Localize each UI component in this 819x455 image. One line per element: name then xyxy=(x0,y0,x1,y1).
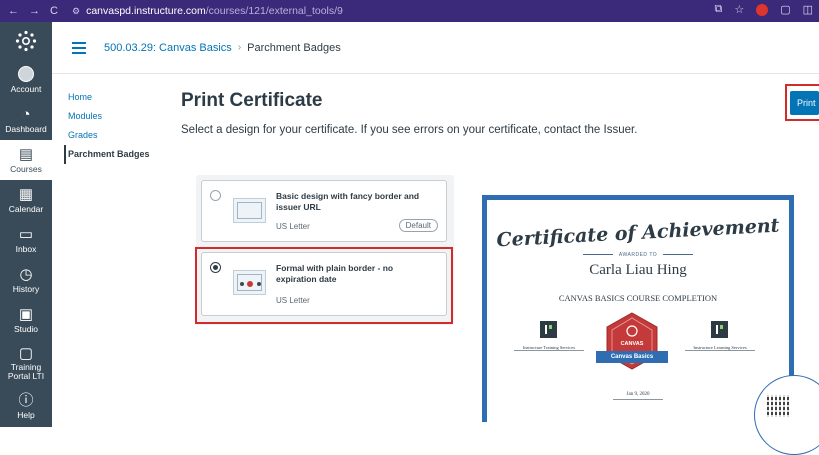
bookmark-star-icon[interactable]: ☆ xyxy=(734,3,744,16)
certificate-title: Certificate of Achievement xyxy=(496,214,780,252)
signature-line xyxy=(685,350,755,351)
history-icon: ◷ xyxy=(19,265,33,283)
browser-toolbar: ← → C ⚙ canvaspd.instructure.com/courses… xyxy=(0,0,819,22)
global-nav-training-portal[interactable]: ▢ Training Portal LTI xyxy=(0,340,52,386)
global-navigation: Account ◔ Dashboard ▤ Courses ▦ Calendar… xyxy=(0,22,52,444)
global-nav-history[interactable]: ◷ History xyxy=(0,260,52,300)
badge-top-text: CANVAS xyxy=(621,341,644,347)
global-nav-courses[interactable]: ▤ Courses xyxy=(0,140,52,180)
page-subtitle: Select a design for your certificate. If… xyxy=(181,124,638,136)
print-button-highlight xyxy=(785,84,819,121)
course-nav-home[interactable]: Home xyxy=(68,88,156,107)
course-header: 500.03.29: Canvas Basics › Parchment Bad… xyxy=(52,22,819,74)
forward-icon[interactable]: → xyxy=(29,5,40,17)
global-nav-calendar[interactable]: ▦ Calendar xyxy=(0,180,52,220)
extensions-puzzle-icon[interactable]: ▢ xyxy=(780,3,790,16)
browser-nav: ← → C xyxy=(0,5,72,17)
extension-icon[interactable] xyxy=(756,3,769,16)
collapse-arrow-icon: |← xyxy=(16,427,36,445)
design-thumbnail xyxy=(233,198,266,223)
issuer-logo-icon xyxy=(711,321,728,338)
course-nav-modules[interactable]: Modules xyxy=(68,107,156,126)
global-nav-dashboard[interactable]: ◔ Dashboard xyxy=(0,100,52,140)
global-nav-label: Help xyxy=(17,409,35,420)
canvas-logo-icon[interactable] xyxy=(0,22,52,60)
certificate-body: Certificate of Achievement AWARDED TO Ca… xyxy=(487,200,789,422)
qr-code-icon xyxy=(767,395,789,417)
inbox-icon: ▭ xyxy=(18,225,34,243)
course-nav-grades[interactable]: Grades xyxy=(68,126,156,145)
back-icon[interactable]: ← xyxy=(8,5,19,17)
calendar-icon: ▦ xyxy=(18,185,34,203)
date-line xyxy=(613,399,663,400)
design-name: Basic design with fancy border and issue… xyxy=(276,191,420,212)
course-completion: CANVAS BASICS COURSE COMPLETION xyxy=(558,293,718,303)
global-nav-label: Account xyxy=(10,84,42,94)
global-nav-label: Inbox xyxy=(15,243,37,254)
dashboard-icon: ◔ xyxy=(21,105,31,123)
address-bar[interactable]: ⚙ canvaspd.instructure.com/courses/121/e… xyxy=(72,3,343,19)
site-settings-icon[interactable]: ⚙ xyxy=(72,6,80,17)
page-title: Print Certificate xyxy=(181,90,323,111)
breadcrumb-separator: › xyxy=(237,42,242,53)
certificate-date: Jan 9, 2020 xyxy=(626,392,650,397)
training-portal-icon: ▢ xyxy=(18,344,34,362)
global-nav-label: History xyxy=(12,283,40,294)
design-radio[interactable] xyxy=(210,190,221,201)
course-nav-parchment-badges[interactable]: Parchment Badges xyxy=(64,145,156,164)
global-nav-account[interactable]: Account xyxy=(0,60,52,100)
global-nav-studio[interactable]: ▣ Studio xyxy=(0,300,52,340)
global-nav-label: Calendar xyxy=(8,203,44,214)
global-nav-label: Training Portal LTI xyxy=(7,361,45,381)
course-navigation: Home Modules Grades Parchment Badges xyxy=(64,88,156,164)
recipient-name: Carla Liau Hing xyxy=(589,262,687,278)
courses-icon: ▤ xyxy=(18,145,34,163)
global-nav-inbox[interactable]: ▭ Inbox xyxy=(0,220,52,260)
breadcrumb-current: Parchment Badges xyxy=(247,41,341,54)
install-app-icon[interactable]: ⧉ xyxy=(714,3,722,16)
account-icon xyxy=(18,66,34,82)
hamburger-menu-icon[interactable] xyxy=(72,41,86,54)
help-icon: ⓘ xyxy=(18,391,34,409)
design-option-basic[interactable]: Basic design with fancy border and issue… xyxy=(201,180,447,242)
browser-actions: ⧉ ☆ ▢ ◫ xyxy=(714,3,813,16)
issuer-logo-icon xyxy=(540,321,557,338)
badge-ribbon: Canvas Basics xyxy=(596,351,668,363)
signature-line xyxy=(514,350,584,351)
sidebar-icon[interactable]: ◫ xyxy=(803,3,813,16)
global-nav-label: Courses xyxy=(10,163,42,174)
default-badge: Default xyxy=(398,219,438,232)
certificate-preview: Certificate of Achievement AWARDED TO Ca… xyxy=(482,195,794,422)
design-paper-size: US Letter xyxy=(276,222,310,231)
url-path: /courses/121/external_tools/9 xyxy=(205,5,343,17)
awarded-to-label: AWARDED TO xyxy=(487,252,789,258)
global-nav-label: Studio xyxy=(13,323,39,334)
studio-icon: ▣ xyxy=(18,305,34,323)
breadcrumb-course-link[interactable]: 500.03.29: Canvas Basics xyxy=(104,42,232,54)
collapse-nav-icon[interactable]: |← xyxy=(0,426,52,448)
breadcrumb: 500.03.29: Canvas Basics › Parchment Bad… xyxy=(104,42,341,54)
global-nav-label: Dashboard xyxy=(5,123,47,134)
reload-icon[interactable]: C xyxy=(50,5,58,17)
url-host: canvaspd.instructure.com xyxy=(86,5,206,17)
selected-design-highlight xyxy=(195,247,453,324)
global-nav-help[interactable]: ⓘ Help xyxy=(0,386,52,426)
